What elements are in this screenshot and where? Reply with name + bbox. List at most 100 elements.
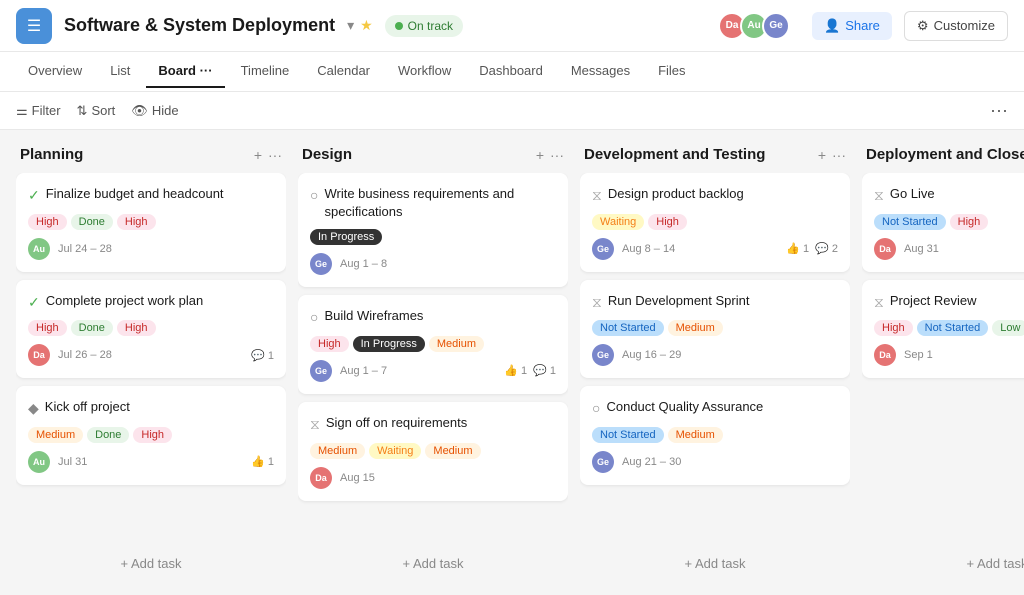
card-title-c8: ⧖ Run Development Sprint xyxy=(592,292,838,313)
card-avatar-c8[interactable]: Ge xyxy=(592,344,614,366)
tab-overview[interactable]: Overview xyxy=(16,55,94,88)
card-c4[interactable]: ○ Write business requirements and specif… xyxy=(298,173,568,287)
card-footer-c5: Ge Aug 1 – 7 👍 1💬 1 xyxy=(310,360,556,382)
cards-area-dev-testing: ⧖ Design product backlog WaitingHigh Ge … xyxy=(580,173,850,544)
column-design: Design + ··· ○ Write business requiremen… xyxy=(298,146,568,579)
menu-button[interactable]: ☰ xyxy=(16,8,52,44)
card-c2[interactable]: ✓ Complete project work plan HighDoneHig… xyxy=(16,280,286,379)
card-avatar-c5[interactable]: Ge xyxy=(310,360,332,382)
card-footer-c8: Ge Aug 16 – 29 xyxy=(592,344,838,366)
hide-button[interactable]: 👁 Hide xyxy=(131,103,178,119)
more-button[interactable]: ··· xyxy=(990,100,1008,121)
card-title-c2: ✓ Complete project work plan xyxy=(28,292,274,313)
tag: High xyxy=(117,214,156,230)
card-date-c6: Aug 15 xyxy=(340,472,548,484)
tag: Medium xyxy=(429,336,484,352)
task-icon-c3: ◆ xyxy=(28,399,39,419)
more-column-icon-planning[interactable]: ··· xyxy=(268,147,282,163)
card-avatar-c9[interactable]: Ge xyxy=(592,451,614,473)
tag: Done xyxy=(87,427,129,443)
card-footer-c7: Ge Aug 8 – 14 👍 1 💬 2 xyxy=(592,238,838,260)
tab-calendar[interactable]: Calendar xyxy=(305,55,382,88)
tag: Not Started xyxy=(917,320,989,336)
meta-item: 💬 2 xyxy=(815,242,838,255)
card-c6[interactable]: ⧖ Sign off on requirements MediumWaiting… xyxy=(298,402,568,501)
tab-dashboard[interactable]: Dashboard xyxy=(467,55,555,88)
column-header-dev-testing: Development and Testing + ··· xyxy=(580,146,850,173)
app-header: ☰ Software & System Deployment ▾ ★ On tr… xyxy=(0,0,1024,52)
tag: Waiting xyxy=(369,443,421,459)
add-task-design[interactable]: + Add task xyxy=(298,548,568,579)
card-avatar-c7[interactable]: Ge xyxy=(592,238,614,260)
chevron-down-icon[interactable]: ▾ xyxy=(347,17,354,34)
card-avatar-c10[interactable]: Da xyxy=(874,238,896,260)
card-avatar-c1[interactable]: Au xyxy=(28,238,50,260)
add-task-planning[interactable]: + Add task xyxy=(16,548,286,579)
tag: In Progress xyxy=(353,336,425,352)
card-date-c7: Aug 8 – 14 xyxy=(622,243,778,255)
share-button[interactable]: 👤 Share xyxy=(812,12,892,40)
tag: High xyxy=(133,427,172,443)
tag: Done xyxy=(71,214,113,230)
tag: Medium xyxy=(668,320,723,336)
more-column-icon-dev-testing[interactable]: ··· xyxy=(832,147,846,163)
card-c11[interactable]: ⧖ Project Review HighNot StartedLow Da S… xyxy=(862,280,1024,379)
tab-board[interactable]: Board ··· xyxy=(146,55,224,88)
add-column-icon-planning[interactable]: + xyxy=(254,147,262,163)
column-header-design: Design + ··· xyxy=(298,146,568,173)
project-title: Software & System Deployment xyxy=(64,15,335,36)
avatar-group: Da Au Ge xyxy=(718,12,790,40)
task-icon-c11: ⧖ xyxy=(874,293,884,313)
tab-workflow[interactable]: Workflow xyxy=(386,55,463,88)
column-title-dev-testing: Development and Testing xyxy=(584,146,812,163)
tab-list[interactable]: List xyxy=(98,55,142,88)
card-avatar-c11[interactable]: Da xyxy=(874,344,896,366)
tab-messages[interactable]: Messages xyxy=(559,55,642,88)
tag: High xyxy=(874,320,913,336)
card-date-c10: Aug 31 xyxy=(904,243,1024,255)
avatar-ge[interactable]: Ge xyxy=(762,12,790,40)
tag: High xyxy=(117,320,156,336)
card-c3[interactable]: ◆ Kick off project MediumDoneHigh Au Jul… xyxy=(16,386,286,485)
nav-tabs: Overview List Board ··· Timeline Calenda… xyxy=(0,52,1024,92)
filter-button[interactable]: ⚌ Filter xyxy=(16,103,61,119)
card-c9[interactable]: ○ Conduct Quality Assurance Not StartedM… xyxy=(580,386,850,485)
card-footer-c1: Au Jul 24 – 28 xyxy=(28,238,274,260)
sort-label: Sort xyxy=(91,103,115,118)
customize-button[interactable]: ⚙ Customize xyxy=(904,11,1008,41)
tab-timeline[interactable]: Timeline xyxy=(229,55,302,88)
card-title-c3: ◆ Kick off project xyxy=(28,398,274,419)
add-task-dev-testing[interactable]: + Add task xyxy=(580,548,850,579)
sort-button[interactable]: ⇅ Sort xyxy=(77,103,116,119)
tags-c5: HighIn ProgressMedium xyxy=(310,336,556,352)
card-avatar-c2[interactable]: Da xyxy=(28,344,50,366)
more-column-icon-design[interactable]: ··· xyxy=(550,147,564,163)
tab-files[interactable]: Files xyxy=(646,55,697,88)
card-c8[interactable]: ⧖ Run Development Sprint Not StartedMedi… xyxy=(580,280,850,379)
add-column-icon-design[interactable]: + xyxy=(536,147,544,163)
add-task-deployment[interactable]: + Add task xyxy=(862,548,1024,579)
status-pill[interactable]: On track xyxy=(385,15,463,37)
tag: Waiting xyxy=(592,214,644,230)
card-meta-c5: 👍 1💬 1 xyxy=(504,364,556,377)
task-icon-c5: ○ xyxy=(310,308,318,328)
column-title-deployment: Deployment and Close Out xyxy=(866,146,1024,163)
meta-item: 👍 1 xyxy=(786,242,809,255)
column-header-deployment: Deployment and Close Out + ··· xyxy=(862,146,1024,173)
card-c10[interactable]: ⧖ Go Live Not StartedHigh Da Aug 31 xyxy=(862,173,1024,272)
star-icon[interactable]: ★ xyxy=(360,17,373,34)
card-avatar-c3[interactable]: Au xyxy=(28,451,50,473)
tag: High xyxy=(950,214,989,230)
card-avatar-c6[interactable]: Da xyxy=(310,467,332,489)
card-c7[interactable]: ⧖ Design product backlog WaitingHigh Ge … xyxy=(580,173,850,272)
card-date-c11: Sep 1 xyxy=(904,349,1024,361)
card-c1[interactable]: ✓ Finalize budget and headcount HighDone… xyxy=(16,173,286,272)
add-column-icon-dev-testing[interactable]: + xyxy=(818,147,826,163)
card-c5[interactable]: ○ Build Wireframes HighIn ProgressMedium… xyxy=(298,295,568,394)
tags-c9: Not StartedMedium xyxy=(592,427,838,443)
meta-item: 👍 1 xyxy=(504,364,527,377)
card-title-c9: ○ Conduct Quality Assurance xyxy=(592,398,838,419)
card-avatar-c4[interactable]: Ge xyxy=(310,253,332,275)
toolbar: ⚌ Filter ⇅ Sort 👁 Hide ··· xyxy=(0,92,1024,130)
card-footer-c4: Ge Aug 1 – 8 xyxy=(310,253,556,275)
